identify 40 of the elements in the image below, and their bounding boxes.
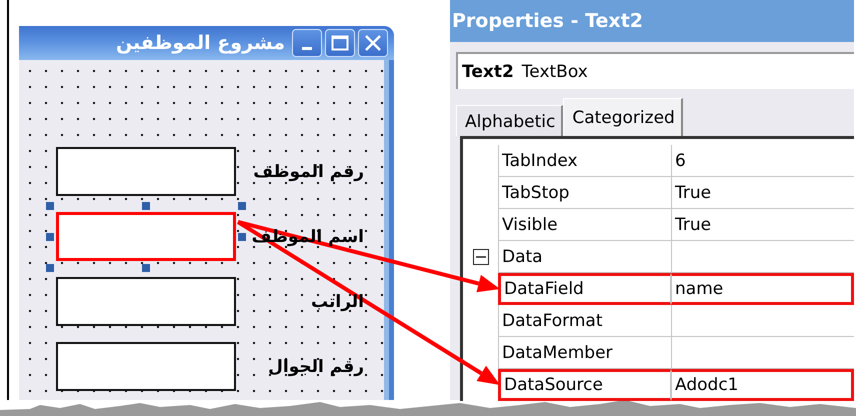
resize-handle[interactable] (46, 202, 54, 210)
text-box[interactable] (56, 342, 236, 391)
window-title: مشروع الموظفين (116, 32, 285, 54)
maximize-icon (331, 35, 349, 51)
property-value[interactable]: True (671, 209, 854, 241)
object-dropdown[interactable]: Text2 TextBox (456, 52, 854, 89)
resize-handle[interactable] (238, 233, 246, 241)
text-box[interactable] (56, 147, 236, 196)
field-label: الراتب (311, 292, 364, 312)
property-value[interactable]: name (671, 273, 854, 305)
minimize-button[interactable] (292, 29, 322, 57)
property-name[interactable]: Visible (498, 209, 671, 241)
minimize-icon (302, 46, 312, 50)
property-value[interactable]: 6 (671, 145, 854, 177)
resize-handle[interactable] (46, 233, 54, 241)
category-name: Data (498, 241, 671, 273)
resize-handle[interactable] (142, 202, 150, 210)
property-name[interactable]: TabStop (498, 177, 671, 209)
field-label: رقم الجوال (268, 356, 364, 376)
resize-handle[interactable] (46, 264, 54, 272)
property-name[interactable]: DataSource (498, 369, 671, 401)
resize-handle[interactable] (238, 202, 246, 210)
maximize-button[interactable] (325, 29, 355, 57)
text-box[interactable] (56, 277, 236, 326)
property-name[interactable]: DataField (498, 273, 671, 305)
tab[interactable]: Alphabetic (456, 105, 564, 136)
value-cell[interactable] (671, 337, 854, 369)
collapse-icon[interactable] (472, 249, 488, 265)
property-name[interactable]: DataFormat (498, 305, 671, 337)
close-button[interactable] (358, 29, 388, 57)
resize-handle[interactable] (142, 264, 150, 272)
tab[interactable]: Categorized (563, 98, 683, 136)
property-value[interactable]: Adodc1 (671, 369, 854, 401)
panel-title: Properties - Text2 (450, 0, 854, 42)
field-label: رقم الموظف (253, 162, 364, 182)
value-cell[interactable] (671, 305, 854, 337)
property-name[interactable]: DataMember (498, 337, 671, 369)
property-name[interactable]: TabIndex (498, 145, 671, 177)
close-icon (364, 34, 382, 52)
property-value[interactable]: True (671, 177, 854, 209)
